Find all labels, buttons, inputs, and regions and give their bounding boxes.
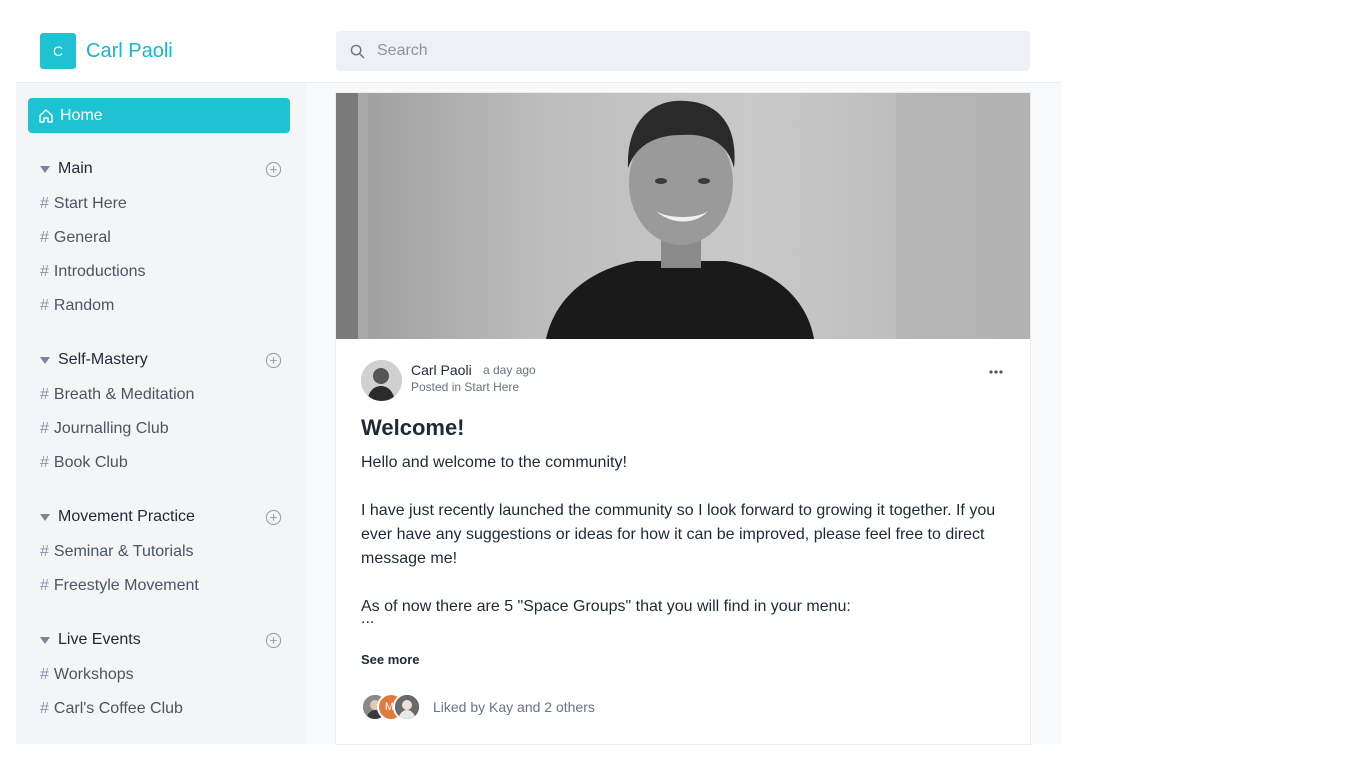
group-header[interactable]: Movement Practice: [16, 505, 306, 529]
post-paragraph: As of now there are 5 "Space Groups" tha…: [361, 598, 851, 615]
hash-icon: #: [40, 386, 49, 403]
search-input[interactable]: [377, 42, 977, 60]
group-title: Self-Mastery: [58, 351, 148, 368]
add-circle-icon[interactable]: [265, 352, 282, 369]
sidebar-item-random[interactable]: # Random: [16, 289, 306, 323]
liker-avatar: [393, 693, 421, 721]
hash-icon: #: [40, 543, 49, 560]
channel-label: Breath & Meditation: [53, 386, 195, 403]
hash-icon: #: [40, 195, 49, 212]
avatar-image: [361, 360, 402, 401]
sidebar-group-main: Main # Start Here # General # Introductions…: [16, 157, 306, 323]
sidebar-item-carls-coffee-club[interactable]: # Carl's Coffee Club: [16, 692, 306, 726]
sidebar-item-breath-meditation[interactable]: # Breath & Meditation: [16, 378, 306, 412]
search-icon: [350, 44, 365, 58]
sidebar-item-home[interactable]: Home: [28, 98, 290, 133]
search-bar[interactable]: [336, 31, 1030, 71]
group-title: Movement Practice: [58, 508, 195, 525]
channel-label: Seminar & Tutorials: [53, 543, 194, 560]
post-header: Carl Paoli a day ago Posted in Start Her…: [361, 360, 1006, 402]
more-options-icon[interactable]: [988, 368, 1004, 376]
group-header[interactable]: Live Events: [16, 628, 306, 652]
hash-icon: #: [40, 666, 49, 683]
brand-name: Carl Paoli: [86, 39, 173, 62]
brand-logo: C: [40, 33, 76, 69]
post-paragraph: Hello and welcome to the community!: [361, 454, 627, 471]
sidebar-group-live-events: Live Events # Workshops # Carl's Coffee Cl…: [16, 628, 306, 726]
sidebar-item-book-club[interactable]: # Book Club: [16, 446, 306, 480]
home-icon: [39, 108, 53, 123]
posted-in-prefix: Posted in: [411, 380, 462, 394]
see-more-link[interactable]: See more: [361, 652, 420, 667]
sidebar-group-movement-practice: Movement Practice # Seminar & Tutorials #…: [16, 505, 306, 603]
group-header[interactable]: Self-Mastery: [16, 348, 306, 372]
hash-icon: #: [40, 297, 49, 314]
channel-label: General: [53, 229, 111, 246]
sidebar-item-journalling-club[interactable]: # Journalling Club: [16, 412, 306, 446]
add-circle-icon[interactable]: [265, 161, 282, 178]
caret-down-icon[interactable]: [40, 356, 50, 364]
group-title: Main: [58, 160, 93, 177]
sidebar: Home Main # Start Here # General # Introduc…: [16, 84, 306, 744]
group-title: Live Events: [58, 631, 141, 648]
liked-by-text: Liked by Kay and 2 others: [433, 699, 595, 715]
channel-label: Book Club: [53, 454, 128, 471]
caret-down-icon[interactable]: [40, 165, 50, 173]
add-circle-icon[interactable]: [265, 509, 282, 526]
post-body: Hello and welcome to the community! I ha…: [361, 451, 1006, 619]
channel-label: Workshops: [53, 666, 134, 683]
sidebar-item-label: Home: [60, 106, 103, 124]
caret-down-icon[interactable]: [40, 513, 50, 521]
channel-label: Journalling Club: [53, 420, 169, 437]
hash-icon: #: [40, 577, 49, 594]
hash-icon: #: [40, 229, 49, 246]
post-ellipsis: ...: [361, 610, 375, 627]
add-circle-icon[interactable]: [265, 632, 282, 649]
post-title: Welcome!: [361, 415, 465, 440]
post-paragraph: I have just recently launched the commun…: [361, 502, 996, 567]
app-window: C Carl Paoli Home Main #Start Here: [16, 0, 1062, 744]
brand[interactable]: C Carl Paoli: [40, 33, 173, 69]
sidebar-item-start-here[interactable]: # Start Here: [16, 187, 306, 221]
post-timestamp: a day ago: [483, 363, 536, 377]
channel-label: Start Here: [53, 195, 127, 212]
post-content: Carl Paoli a day ago Posted in Start Her…: [361, 360, 1006, 721]
post-cover-image[interactable]: [336, 93, 1030, 339]
channel-label: Introductions: [53, 263, 146, 280]
sidebar-item-freestyle-movement[interactable]: # Freestyle Movement: [16, 569, 306, 603]
sidebar-item-general[interactable]: # General: [16, 221, 306, 255]
hash-icon: #: [40, 700, 49, 717]
liker-avatar-image: [395, 695, 419, 719]
group-header[interactable]: Main: [16, 157, 306, 181]
author-name[interactable]: Carl Paoli: [411, 362, 472, 378]
post-card: Carl Paoli a day ago Posted in Start Her…: [336, 93, 1030, 744]
hash-icon: #: [40, 263, 49, 280]
channel-label: Freestyle Movement: [53, 577, 199, 594]
posted-in: Posted in Start Here: [411, 380, 519, 394]
avatar[interactable]: [361, 360, 402, 401]
sidebar-item-seminar-tutorials[interactable]: # Seminar & Tutorials: [16, 535, 306, 569]
hash-icon: #: [40, 420, 49, 437]
likes-row[interactable]: MI Liked by Kay and 2 others: [361, 693, 595, 721]
hash-icon: #: [40, 454, 49, 471]
channel-label: Carl's Coffee Club: [53, 700, 183, 717]
channel-label: Random: [53, 297, 115, 314]
posted-in-space-link[interactable]: Start Here: [464, 380, 519, 394]
sidebar-group-self-mastery: Self-Mastery # Breath & Meditation # Journ…: [16, 348, 306, 480]
caret-down-icon[interactable]: [40, 636, 50, 644]
sidebar-item-workshops[interactable]: # Workshops: [16, 658, 306, 692]
sidebar-item-introductions[interactable]: # Introductions: [16, 255, 306, 289]
portrait-image: [336, 93, 1030, 339]
